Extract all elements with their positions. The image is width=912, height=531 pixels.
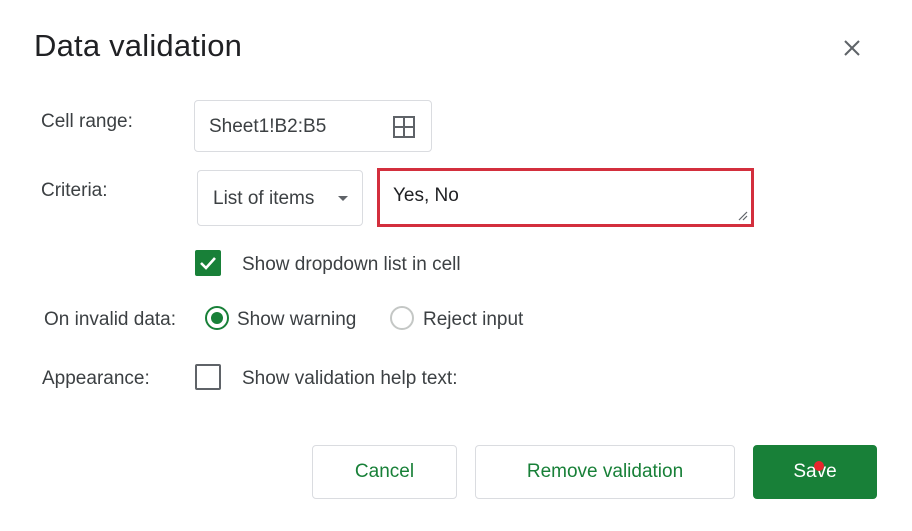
close-icon xyxy=(844,40,860,56)
cell-range-label: Cell range: xyxy=(41,111,133,132)
list-items-value: Yes, No xyxy=(393,185,459,206)
show-help-text-label: Show validation help text: xyxy=(242,368,458,389)
select-range-icon[interactable] xyxy=(392,115,416,139)
appearance-label: Appearance: xyxy=(42,368,150,389)
show-warning-radio[interactable] xyxy=(205,306,229,330)
criteria-label: Criteria: xyxy=(41,180,108,201)
show-warning-label: Show warning xyxy=(237,309,357,330)
invalid-data-label: On invalid data: xyxy=(44,309,177,330)
save-button[interactable]: Save xyxy=(753,445,877,499)
reject-input-label: Reject input xyxy=(423,309,524,330)
checkmark-icon xyxy=(200,257,216,270)
criteria-type-select[interactable]: List of items xyxy=(197,170,363,226)
remove-validation-button[interactable]: Remove validation xyxy=(475,445,735,499)
dropdown-arrow-icon xyxy=(338,196,348,201)
show-dropdown-label: Show dropdown list in cell xyxy=(242,254,461,275)
cursor-indicator xyxy=(814,461,824,471)
cell-range-input[interactable]: Sheet1!B2:B5 xyxy=(194,100,432,152)
cancel-button[interactable]: Cancel xyxy=(312,445,457,499)
list-items-input[interactable]: Yes, No xyxy=(377,168,754,227)
criteria-type-value: List of items xyxy=(213,188,315,209)
dialog-title: Data validation xyxy=(34,28,243,63)
close-button[interactable] xyxy=(836,32,868,64)
cell-range-value: Sheet1!B2:B5 xyxy=(209,116,327,137)
reject-input-radio[interactable] xyxy=(390,306,414,330)
data-validation-dialog: Data validation Cell range: Sheet1!B2:B5… xyxy=(0,0,912,531)
resize-handle-icon[interactable] xyxy=(738,211,748,221)
show-dropdown-checkbox[interactable] xyxy=(195,250,221,276)
show-help-text-checkbox[interactable] xyxy=(195,364,221,390)
